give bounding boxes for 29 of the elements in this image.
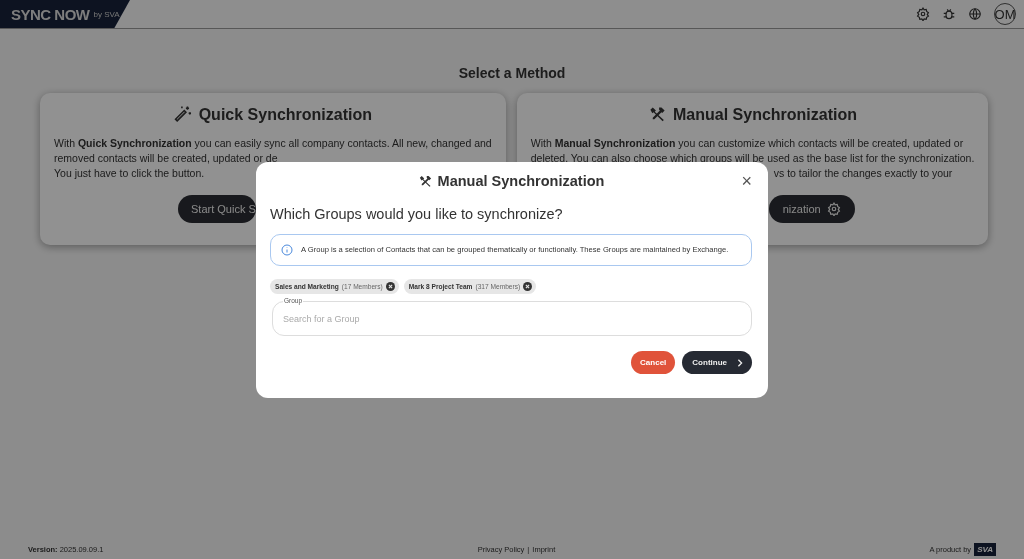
remove-icon[interactable] (385, 282, 395, 291)
company-logo: SVA (974, 542, 996, 556)
chevron-right-icon (736, 358, 744, 367)
continue-button[interactable]: Continue (682, 351, 752, 374)
card-title: Manual Synchronization (673, 105, 858, 124)
dialog-title: Manual Synchronization (437, 173, 605, 189)
card-description: vs to tailor the changes exactly to your (773, 166, 953, 181)
sync-button[interactable]: nization (768, 195, 855, 223)
settings-icon[interactable] (916, 7, 930, 21)
remove-icon[interactable] (523, 282, 533, 291)
search-input[interactable]: Search for a Group (281, 312, 743, 325)
magic-wand-icon (173, 105, 193, 124)
app-logo: SYNC NOW by SVA (0, 0, 130, 28)
tools-icon (648, 105, 667, 124)
bug-icon[interactable] (942, 7, 956, 21)
page-title: Select a Method (458, 65, 566, 81)
dialog-question: Which Groups would you like to synchronize? (270, 206, 564, 222)
cancel-button[interactable]: Cancel (631, 351, 676, 374)
card-description: With Manual Synchronization you can customize which contacts will be created, updated or (530, 136, 964, 151)
gear-icon[interactable] (826, 202, 841, 216)
info-icon (281, 244, 293, 256)
tools-icon (417, 173, 433, 189)
globe-icon[interactable] (968, 7, 982, 21)
card-description: With Quick Synchronization you can easily sync all company contacts. All new, changed and (54, 136, 492, 151)
card-description: You just have to click the button. (54, 166, 205, 181)
sync-button[interactable]: Start Quick S (178, 195, 256, 223)
close-button[interactable]: × (741, 172, 752, 190)
card-title: Quick Synchronization (198, 105, 373, 124)
card-description: removed contacts will be created, updated or de (54, 151, 278, 166)
